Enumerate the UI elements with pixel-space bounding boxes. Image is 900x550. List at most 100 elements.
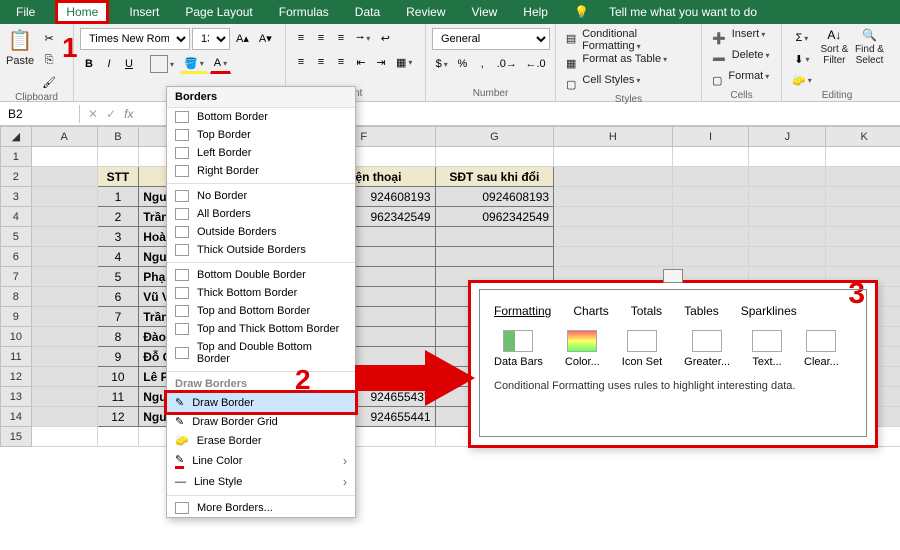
cell[interactable]: 1 xyxy=(97,187,139,207)
row-10[interactable]: 10 xyxy=(1,327,32,347)
percent-icon[interactable]: % xyxy=(453,54,471,74)
tell-me[interactable]: Tell me what you want to do xyxy=(603,3,763,21)
cond-fmt-icon[interactable]: ▤ xyxy=(562,28,580,48)
paste-button[interactable]: Paste xyxy=(6,55,34,67)
wrap-text-icon[interactable]: ↩ xyxy=(376,28,394,48)
cell[interactable]: 9 xyxy=(97,347,139,367)
row-9[interactable]: 9 xyxy=(1,307,32,327)
quick-analysis-icon[interactable] xyxy=(663,269,683,283)
row-7[interactable]: 7 xyxy=(1,267,32,287)
fx-icon[interactable]: fx xyxy=(124,107,133,121)
cut-icon[interactable]: ✂ xyxy=(38,28,60,48)
cell[interactable]: 11 xyxy=(97,387,139,407)
font-name-select[interactable]: Times New Roman xyxy=(80,28,190,50)
row-13[interactable]: 13 xyxy=(1,387,32,407)
row-1[interactable]: 1 xyxy=(1,147,32,167)
cell[interactable] xyxy=(435,247,554,267)
row-15[interactable]: 15 xyxy=(1,427,32,447)
cell[interactable]: 2 xyxy=(97,207,139,227)
insert-button[interactable]: Insert xyxy=(732,28,766,48)
align-middle-icon[interactable]: ≡ xyxy=(312,28,330,48)
accounting-icon[interactable]: $ xyxy=(432,54,451,74)
row-5[interactable]: 5 xyxy=(1,227,32,247)
tab-data[interactable]: Data xyxy=(349,3,386,21)
tab-formulas[interactable]: Formulas xyxy=(273,3,335,21)
fill-color-button[interactable]: 🪣 xyxy=(180,54,208,74)
decrease-font-icon[interactable]: A▾ xyxy=(255,28,276,48)
format-painter-icon[interactable]: 🖌 xyxy=(38,72,60,92)
cell[interactable]: 5 xyxy=(97,267,139,287)
autosum-icon[interactable]: Σ xyxy=(788,28,816,48)
cell[interactable]: 8 xyxy=(97,327,139,347)
qa-tab-tables[interactable]: Tables xyxy=(684,304,719,318)
increase-font-icon[interactable]: A▴ xyxy=(232,28,253,48)
format-table-icon[interactable]: ▦ xyxy=(562,53,580,73)
delete-button[interactable]: Delete xyxy=(732,49,770,69)
align-right-icon[interactable]: ≡ xyxy=(332,52,350,72)
font-color-button[interactable]: A xyxy=(210,54,231,74)
format-cells-icon[interactable]: ▢ xyxy=(708,70,726,90)
col-A[interactable]: A xyxy=(31,127,97,147)
font-size-select[interactable]: 13 xyxy=(192,28,230,50)
border-option[interactable]: Top Border xyxy=(167,126,355,144)
line-color-item[interactable]: ✎Line Color xyxy=(167,450,355,472)
find-select-button[interactable]: Find & Select xyxy=(853,44,886,66)
align-center-icon[interactable]: ≡ xyxy=(312,52,330,72)
number-format-select[interactable]: General xyxy=(432,28,550,50)
col-J[interactable]: J xyxy=(749,127,826,147)
row-6[interactable]: 6 xyxy=(1,247,32,267)
cancel-icon[interactable]: ✕ xyxy=(88,107,98,121)
border-option[interactable]: Right Border xyxy=(167,162,355,180)
border-option[interactable]: Thick Outside Borders xyxy=(167,241,355,259)
cell-styles-icon[interactable]: ▢ xyxy=(562,74,580,94)
more-borders-item[interactable]: More Borders... xyxy=(167,499,355,517)
cell[interactable]: 12 xyxy=(97,407,139,427)
align-bottom-icon[interactable]: ≡ xyxy=(332,28,350,48)
row-8[interactable]: 8 xyxy=(1,287,32,307)
clear-icon[interactable]: 🧽 xyxy=(788,70,816,90)
format-button[interactable]: Format xyxy=(728,70,769,90)
col-I[interactable]: I xyxy=(672,127,749,147)
cell[interactable]: 7 xyxy=(97,307,139,327)
border-option[interactable]: Left Border xyxy=(167,144,355,162)
select-all[interactable]: ◢ xyxy=(1,127,32,147)
col-G[interactable]: G xyxy=(435,127,554,147)
dec-decimal-icon[interactable]: ←.0 xyxy=(522,54,549,74)
border-option[interactable]: Bottom Double Border xyxy=(167,266,355,284)
insert-cells-icon[interactable]: ➕ xyxy=(708,28,730,48)
align-top-icon[interactable]: ≡ xyxy=(292,28,310,48)
inc-decimal-icon[interactable]: .0→ xyxy=(493,54,520,74)
row-12[interactable]: 12 xyxy=(1,367,32,387)
conditional-formatting-button[interactable]: Conditional Formatting xyxy=(582,28,695,52)
cell[interactable]: 10 xyxy=(97,367,139,387)
cell[interactable]: 3 xyxy=(97,227,139,247)
qa-tab-sparklines[interactable]: Sparklines xyxy=(741,304,797,318)
row-2[interactable]: 2 xyxy=(1,167,32,187)
tab-view[interactable]: View xyxy=(466,3,504,21)
line-style-item[interactable]: ―Line Style xyxy=(167,472,355,492)
merge-center-icon[interactable]: ▦ xyxy=(392,52,416,72)
comma-icon[interactable]: , xyxy=(473,54,491,74)
qa-tab-charts[interactable]: Charts xyxy=(573,304,608,318)
tab-insert[interactable]: Insert xyxy=(123,3,165,21)
row-14[interactable]: 14 xyxy=(1,407,32,427)
draw-border-grid-item[interactable]: ✎Draw Border Grid xyxy=(167,412,355,431)
paste-icon[interactable]: 📋 xyxy=(8,28,33,53)
row-11[interactable]: 11 xyxy=(1,347,32,367)
border-option[interactable]: Outside Borders xyxy=(167,223,355,241)
underline-button[interactable]: U xyxy=(120,54,138,74)
cell[interactable] xyxy=(435,227,554,247)
table-row[interactable]: 5 3 Hoàng p sinh Marketing xyxy=(1,227,900,247)
cell[interactable]: 6 xyxy=(97,287,139,307)
col-K[interactable]: K xyxy=(826,127,900,147)
table-row[interactable]: 4 2 Trần N phòng Nhân sự 962342549 09623… xyxy=(1,207,900,227)
cell-styles-button[interactable]: Cell Styles xyxy=(582,74,640,94)
border-option[interactable]: No Border xyxy=(167,187,355,205)
indent-dec-icon[interactable]: ⇤ xyxy=(352,52,370,72)
qa-greater[interactable]: Greater... xyxy=(684,330,730,368)
tab-page-layout[interactable]: Page Layout xyxy=(179,3,258,21)
table-row[interactable]: 3 1 Nguyễ viên Kinh Doanh 924608193 0924… xyxy=(1,187,900,207)
orientation-icon[interactable]: ⭬ xyxy=(352,28,374,48)
draw-border-item[interactable]: ✎Draw Border xyxy=(167,393,355,412)
column-headers[interactable]: ◢ A B C D E F G H I J K xyxy=(1,127,900,147)
